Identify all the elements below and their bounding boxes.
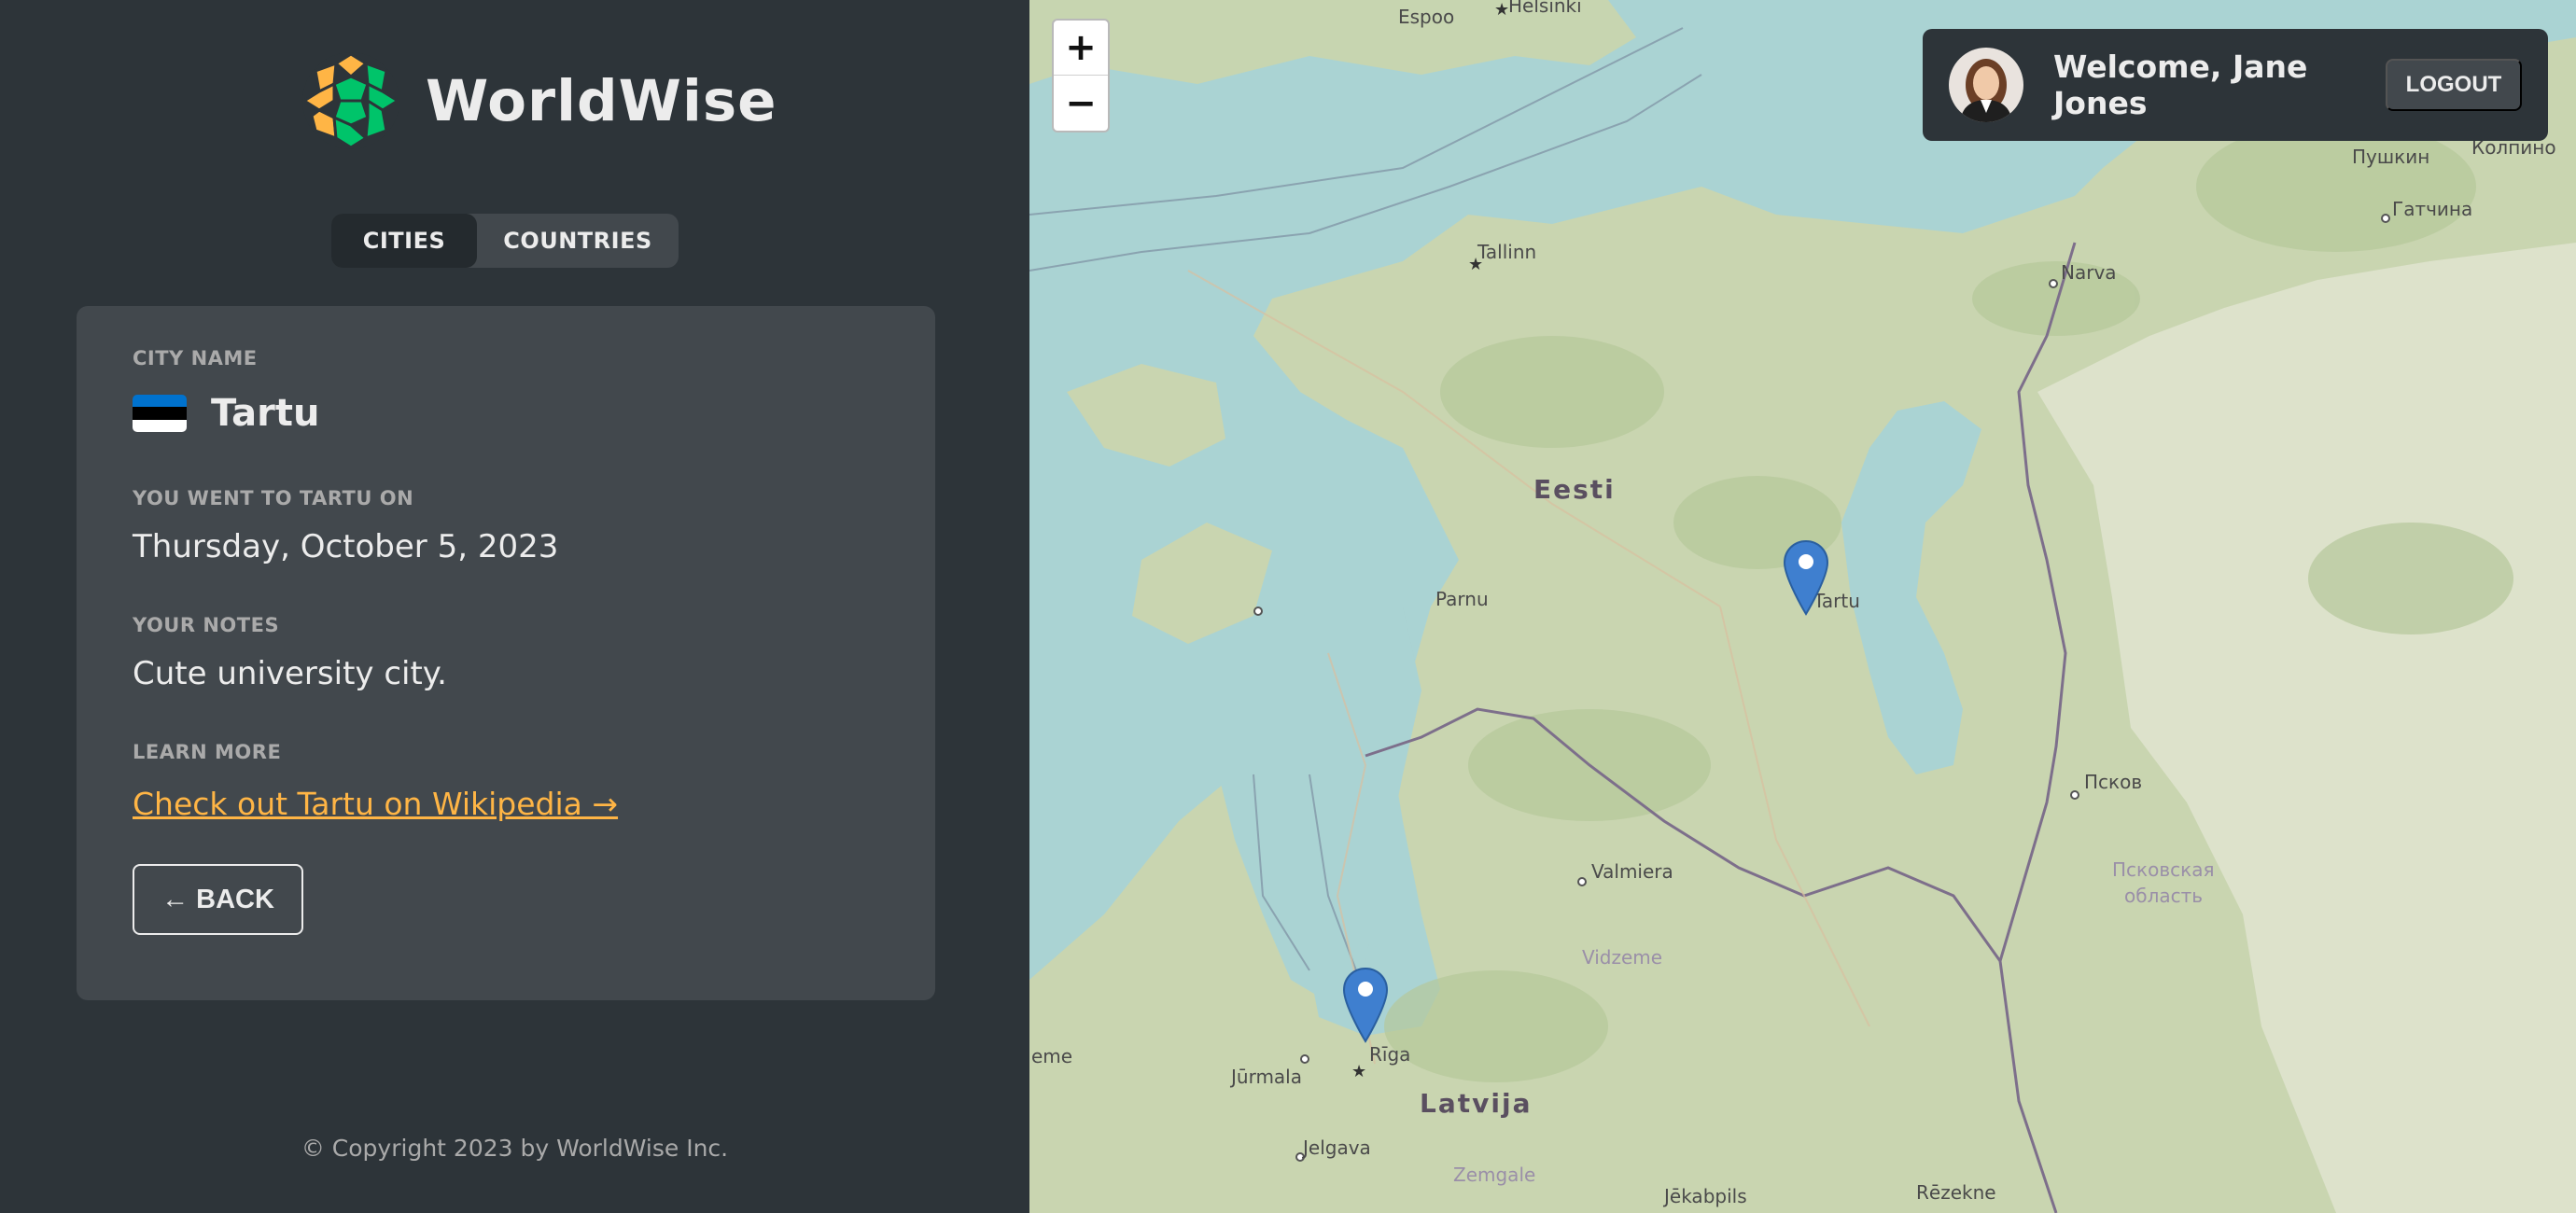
map-label-zemgale: Zemgale xyxy=(1453,1164,1536,1186)
avatar xyxy=(1949,48,2023,122)
map-label-eme: eme xyxy=(1031,1045,1073,1067)
notes-text: Cute university city. xyxy=(133,655,447,692)
estonia-flag-icon xyxy=(133,395,187,432)
map-label-jurmala: Jūrmala xyxy=(1231,1066,1302,1088)
map-marker-riga[interactable] xyxy=(1342,967,1389,1043)
map-label-latvija: Latvija xyxy=(1420,1088,1533,1119)
learn-more-label: Learn more xyxy=(133,741,282,763)
copyright: © Copyright 2023 by WorldWise Inc. xyxy=(301,1135,729,1162)
map-label-jekabpils: Jēkabpils xyxy=(1664,1185,1747,1207)
map-label-espoo: Espoo xyxy=(1398,6,1455,28)
sidebar: WorldWise CITIES COUNTRIES City name Tar… xyxy=(0,0,1029,1213)
map[interactable]: ★ ★ ★ + − Espoo Helsinki Tallinn Narva П… xyxy=(1029,0,2576,1213)
map-label-pskov-oblast-2: область xyxy=(2124,885,2204,907)
map-label-rezekne: Rēzekne xyxy=(1916,1181,1996,1204)
city-details-card: City name Tartu You went to Tartu on Thu… xyxy=(77,306,935,1000)
zoom-in-button[interactable]: + xyxy=(1054,21,1108,76)
tab-cities[interactable]: CITIES xyxy=(331,214,477,268)
user-panel: Welcome, Jane Jones LOGOUT xyxy=(1923,29,2548,141)
app: WorldWise CITIES COUNTRIES City name Tar… xyxy=(0,0,2576,1213)
logo[interactable]: WorldWise xyxy=(301,50,777,151)
map-label-narva: Narva xyxy=(2061,261,2117,284)
map-label-pushkin: Пушкин xyxy=(2352,146,2430,168)
svg-text:★: ★ xyxy=(1494,0,1509,20)
back-button[interactable]: ← BACK xyxy=(133,864,303,935)
app-name: WorldWise xyxy=(426,67,777,134)
map-label-gatchina: Гатчина xyxy=(2392,198,2473,220)
zoom-out-button[interactable]: − xyxy=(1054,76,1108,131)
visit-date: Thursday, October 5, 2023 xyxy=(133,528,559,565)
map-label-jelgava: Jelgava xyxy=(1303,1136,1371,1159)
map-label-riga: Rīga xyxy=(1369,1043,1411,1066)
city-heading: Tartu xyxy=(133,392,319,435)
map-label-tallinn: Tallinn xyxy=(1477,241,1537,263)
map-marker-tartu[interactable] xyxy=(1783,539,1829,616)
map-label-helsinki: Helsinki xyxy=(1508,0,1582,17)
map-label-pskov-oblast-1: Псковская xyxy=(2112,858,2215,881)
logo-icon xyxy=(301,52,400,149)
wikipedia-link[interactable]: Check out Tartu on Wikipedia → xyxy=(133,786,618,822)
logout-button[interactable]: LOGOUT xyxy=(2386,59,2522,111)
visit-date-label: You went to Tartu on xyxy=(133,487,414,509)
tab-bar: CITIES COUNTRIES xyxy=(331,214,679,268)
welcome-text: Welcome, Jane Jones xyxy=(2053,49,2308,121)
map-label-pskov: Псков xyxy=(2084,771,2143,793)
notes-label: Your notes xyxy=(133,614,280,636)
city-name: Tartu xyxy=(211,392,320,435)
zoom-control: + − xyxy=(1052,19,1110,132)
tab-countries[interactable]: COUNTRIES xyxy=(477,214,679,268)
city-name-label: City name xyxy=(133,347,258,369)
map-label-valmiera: Valmiera xyxy=(1591,860,1673,883)
svg-text:★: ★ xyxy=(1351,1062,1366,1081)
map-label-eesti: Eesti xyxy=(1533,474,1616,505)
map-label-parnu: Parnu xyxy=(1435,588,1489,610)
map-label-vidzeme: Vidzeme xyxy=(1582,946,1663,969)
